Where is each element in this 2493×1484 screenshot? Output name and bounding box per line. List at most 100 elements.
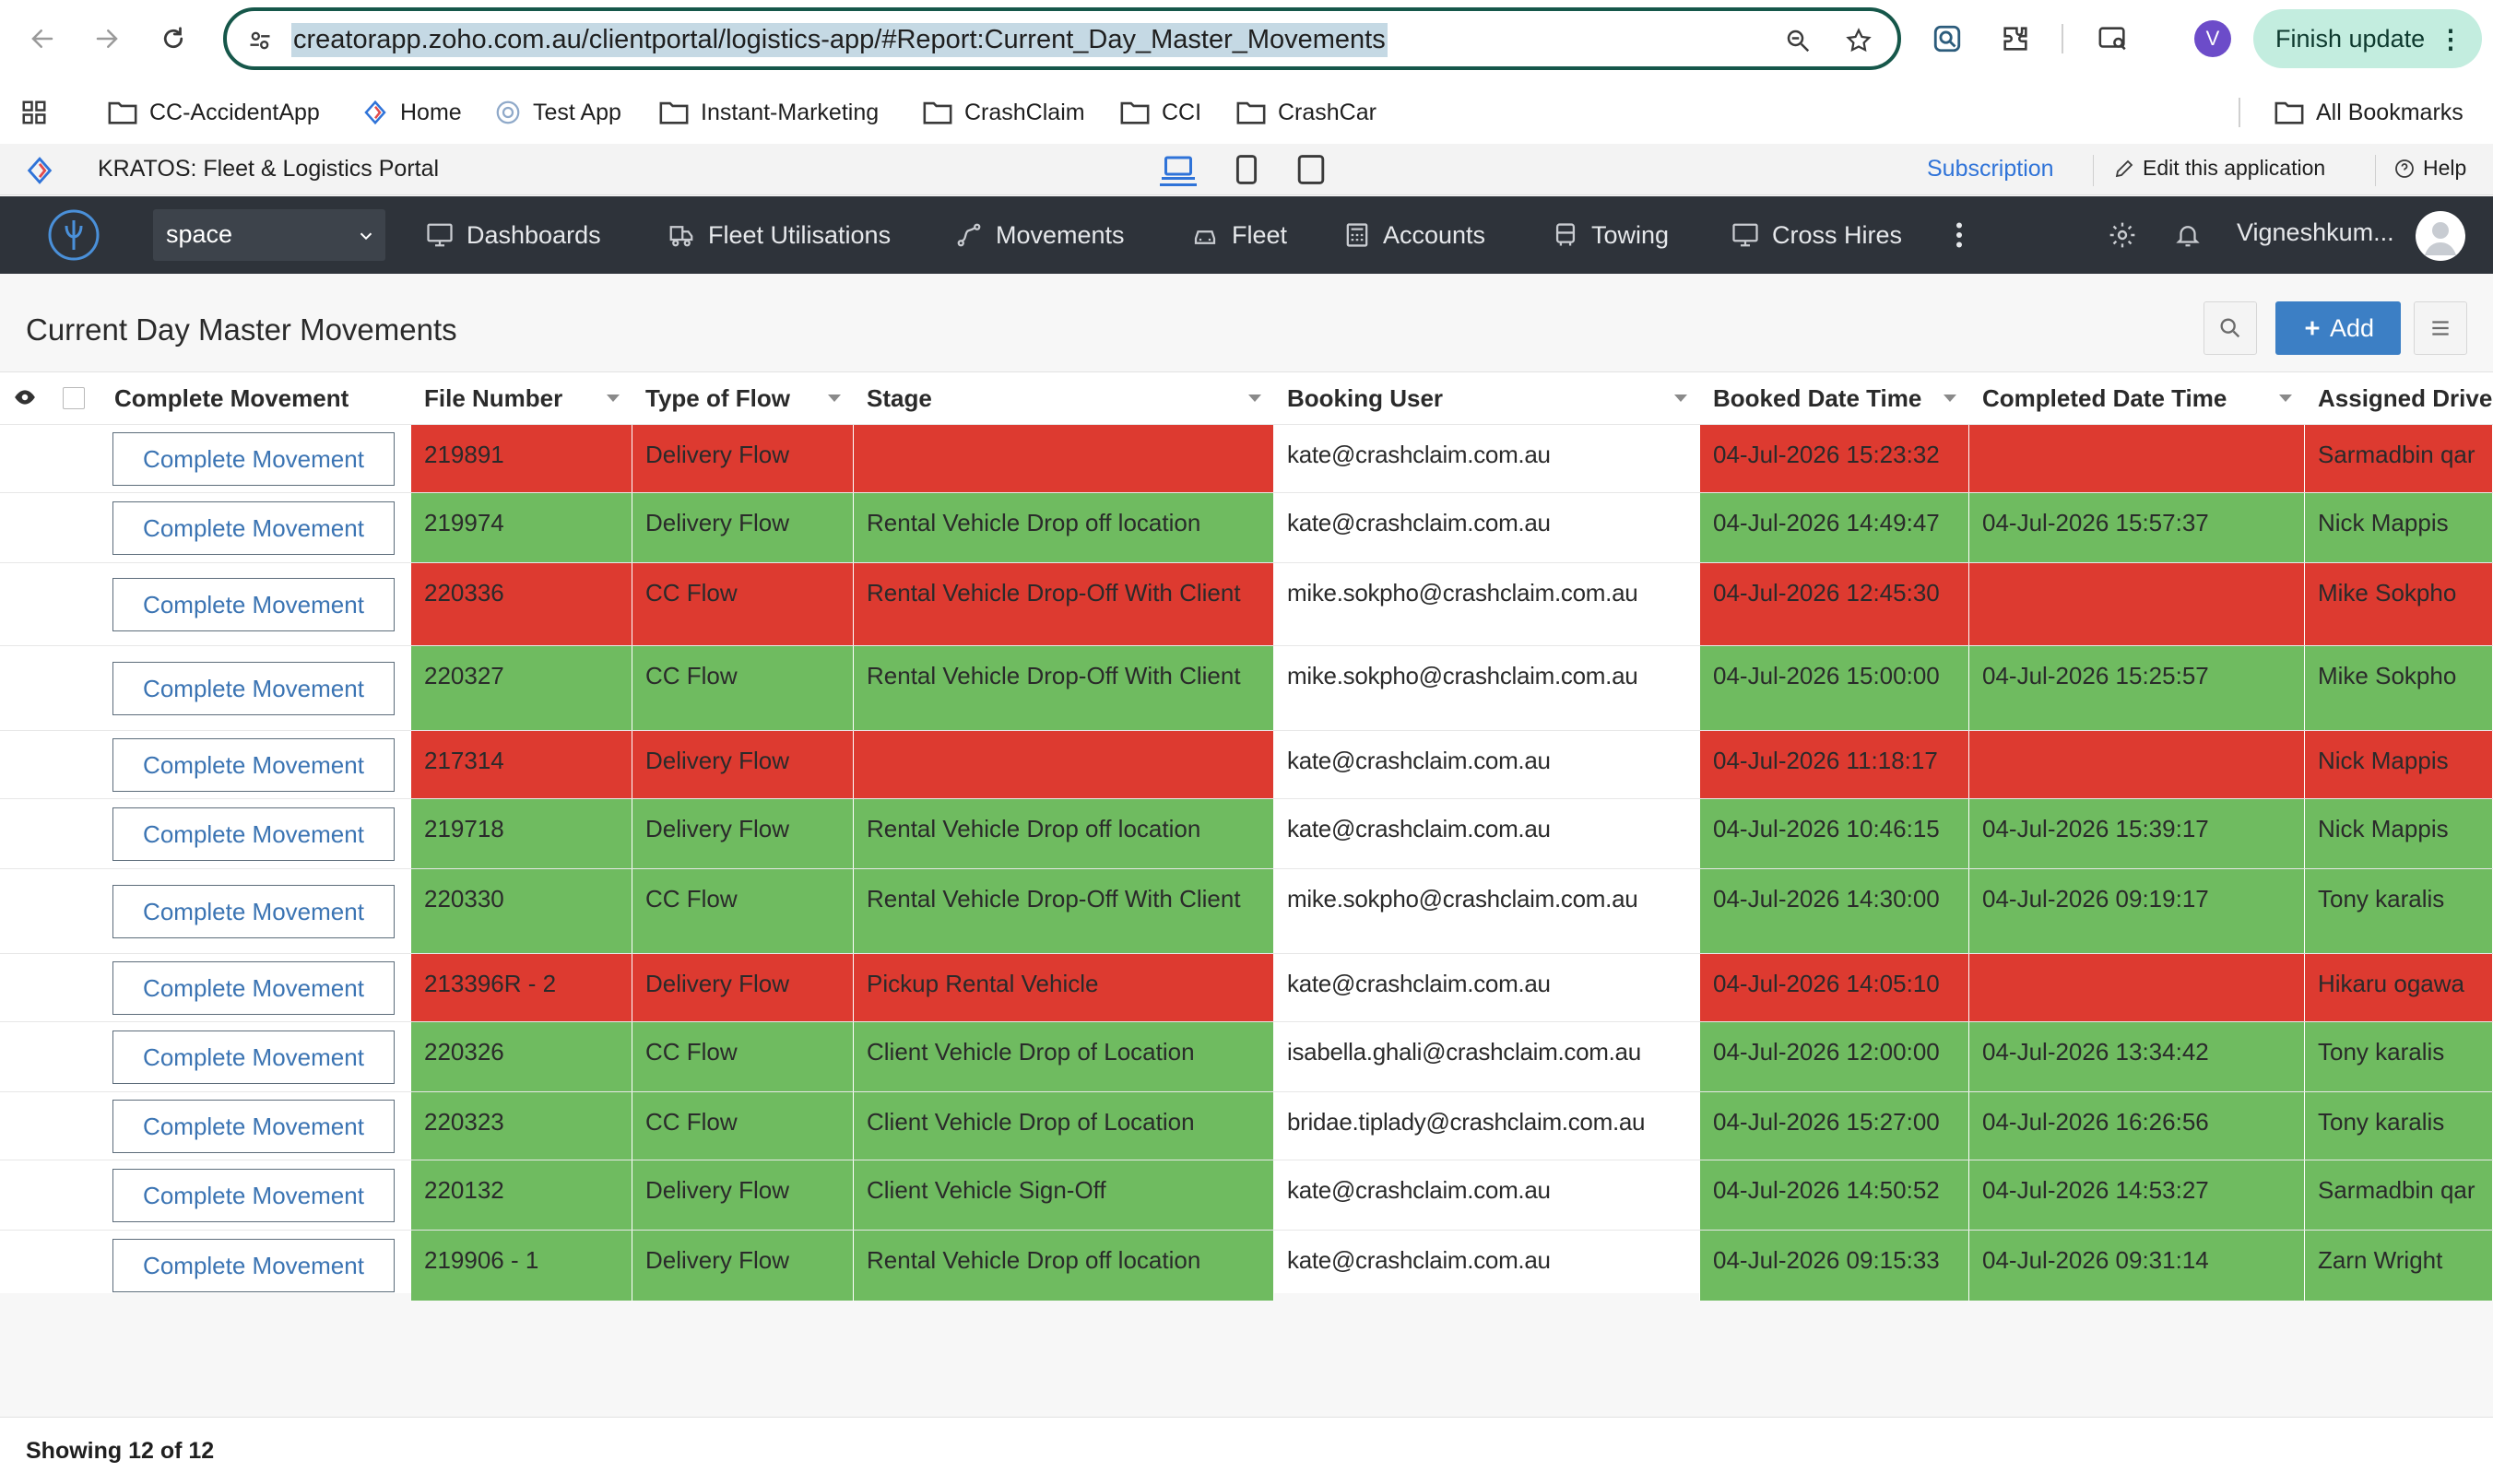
complete-movement-button[interactable]: Complete Movement	[112, 578, 395, 631]
desktop-view-button[interactable]	[1160, 153, 1197, 186]
apps-grid-button[interactable]	[20, 94, 48, 131]
nav-accounts[interactable]: Accounts	[1344, 218, 1485, 252]
report-title: Current Day Master Movements	[26, 312, 457, 347]
complete-movement-button[interactable]: Complete Movement	[112, 1169, 395, 1222]
complete-movement-button[interactable]: Complete Movement	[112, 432, 395, 486]
nav-dashboards[interactable]: Dashboards	[426, 218, 601, 252]
column-header-booked-date-time[interactable]: Booked Date Time	[1700, 372, 1969, 424]
sort-caret-icon[interactable]	[1944, 395, 1956, 402]
assigned-driver-cell: Mike Sokpho	[2305, 563, 2493, 646]
bookmark-cc-accidentapp[interactable]: CC-AccidentApp	[107, 94, 320, 131]
completed-date-time-cell	[1969, 731, 2305, 799]
nav-cross-hires[interactable]: Cross Hires	[1731, 218, 1902, 252]
complete-movement-button[interactable]: Complete Movement	[112, 1100, 395, 1153]
all-bookmarks-button[interactable]: All Bookmarks	[2274, 94, 2463, 131]
complete-movement-button[interactable]: Complete Movement	[112, 1239, 395, 1292]
select-all-checkbox[interactable]	[63, 387, 85, 409]
sort-caret-icon[interactable]	[828, 395, 841, 402]
bookmark-cci[interactable]: CCI	[1119, 94, 1201, 131]
bookmark-crashclaim[interactable]: CrashClaim	[922, 94, 1085, 131]
site-settings-icon[interactable]	[243, 24, 277, 57]
lens-extension-icon[interactable]	[1927, 18, 1967, 59]
browser-toolbar: creatorapp.zoho.com.au/clientportal/logi…	[0, 0, 2493, 77]
space-select[interactable]: space	[153, 209, 385, 261]
finish-update-label: Finish update	[2275, 24, 2426, 53]
edit-application-link[interactable]: Edit this application	[2113, 156, 2325, 181]
user-name[interactable]: Vigneshkum...	[2237, 218, 2394, 247]
zoho-creator-logo[interactable]	[24, 155, 55, 191]
complete-movement-button[interactable]: Complete Movement	[112, 807, 395, 861]
type-of-flow-cell: Delivery Flow	[632, 493, 854, 563]
back-button[interactable]	[20, 17, 65, 61]
sort-caret-icon[interactable]	[1674, 395, 1687, 402]
help-circle-icon	[2395, 159, 2414, 178]
completed-date-time-cell: 04-Jul-2026 16:26:56	[1969, 1092, 2305, 1160]
complete-movement-button[interactable]: Complete Movement	[112, 885, 395, 938]
tab-search-icon[interactable]	[2093, 18, 2133, 59]
complete-movement-button[interactable]: Complete Movement	[112, 738, 395, 792]
subscription-link[interactable]: Subscription	[1927, 156, 2054, 183]
user-avatar[interactable]	[2416, 211, 2465, 261]
bookmark-crashcar[interactable]: CrashCar	[1235, 94, 1376, 131]
sort-caret-icon[interactable]	[2279, 395, 2292, 402]
booked-date-time-cell: 04-Jul-2026 10:46:15	[1700, 799, 1969, 869]
column-label: Booked Date Time	[1713, 383, 1922, 412]
column-header-file-number[interactable]: File Number	[411, 372, 632, 424]
bookmark-instant-marketing[interactable]: Instant-Marketing	[658, 94, 879, 131]
nav-label: Cross Hires	[1772, 220, 1903, 249]
file-number-cell: 220326	[411, 1022, 632, 1092]
forward-button[interactable]	[85, 17, 129, 61]
nav-fleet-utilisations[interactable]: Fleet Utilisations	[668, 218, 891, 252]
sort-caret-icon[interactable]	[1248, 395, 1261, 402]
complete-movement-button[interactable]: Complete Movement	[112, 662, 395, 715]
app-logo[interactable]	[46, 207, 101, 263]
help-link[interactable]: Help	[2393, 156, 2466, 181]
booked-date-time-cell: 04-Jul-2026 11:18:17	[1700, 731, 1969, 799]
sort-caret-icon[interactable]	[607, 395, 620, 402]
zoom-icon[interactable]	[1781, 24, 1814, 57]
mobile-view-button[interactable]	[1228, 153, 1265, 186]
assigned-driver-cell: Hikaru ogawa	[2305, 954, 2493, 1022]
column-header-booking-user[interactable]: Booking User	[1274, 372, 1700, 424]
booking-user-cell: kate@crashclaim.com.au	[1274, 954, 1700, 1022]
nav-more-button[interactable]	[1953, 218, 1966, 252]
app-header-bar: KRATOS: Fleet & Logistics Portal Subscri…	[0, 144, 2493, 195]
notifications-button[interactable]	[2174, 218, 2202, 252]
column-header-complete-movement[interactable]: Complete Movement	[101, 372, 411, 424]
column-header-assigned-driver[interactable]: Assigned Drive	[2305, 372, 2493, 424]
settings-button[interactable]	[2108, 218, 2137, 252]
search-button[interactable]	[2204, 301, 2257, 355]
bookmark-test-app[interactable]: Test App	[494, 94, 621, 131]
nav-fleet[interactable]: Fleet	[1191, 218, 1287, 252]
column-visibility-toggle[interactable]	[13, 385, 37, 414]
menu-button[interactable]	[2414, 301, 2467, 355]
add-button[interactable]: Add	[2275, 301, 2401, 355]
file-number-cell: 220327	[411, 646, 632, 731]
table-row: Complete Movement 220132 Delivery Flow Clie…	[0, 1160, 2493, 1231]
nav-movements[interactable]: Movements	[955, 218, 1125, 252]
address-bar[interactable]: creatorapp.zoho.com.au/clientportal/logi…	[223, 7, 1901, 70]
record-count: Showing 12 of 12	[26, 1438, 215, 1464]
url-text[interactable]: creatorapp.zoho.com.au/clientportal/logi…	[291, 23, 1388, 57]
profile-avatar[interactable]: V	[2194, 20, 2231, 57]
complete-movement-button[interactable]: Complete Movement	[112, 961, 395, 1015]
column-header-type-of-flow[interactable]: Type of Flow	[632, 372, 854, 424]
apps-grid-icon	[22, 100, 46, 124]
tablet-view-button[interactable]	[1293, 153, 1329, 186]
bookmark-star-icon[interactable]	[1842, 24, 1875, 57]
type-of-flow-cell: Delivery Flow	[632, 731, 854, 799]
bookmark-label: CrashClaim	[964, 99, 1085, 125]
extensions-puzzle-icon[interactable]	[1995, 18, 2036, 59]
file-number-cell: 213396R - 2	[411, 954, 632, 1022]
column-header-completed-date-time[interactable]: Completed Date Time	[1969, 372, 2305, 424]
complete-movement-button[interactable]: Complete Movement	[112, 1031, 395, 1084]
finish-update-button[interactable]: Finish update ⋮	[2253, 9, 2482, 68]
complete-movement-button[interactable]: Complete Movement	[112, 501, 395, 555]
reload-button[interactable]	[151, 17, 195, 61]
completed-date-time-cell	[1969, 425, 2305, 493]
stage-cell: Rental Vehicle Drop-Off With Client	[854, 869, 1274, 954]
nav-towing[interactable]: Towing	[1553, 218, 1669, 252]
bookmark-home[interactable]: Home	[361, 94, 462, 131]
column-header-stage[interactable]: Stage	[854, 372, 1274, 424]
stage-cell: Client Vehicle Drop of Location	[854, 1092, 1274, 1160]
